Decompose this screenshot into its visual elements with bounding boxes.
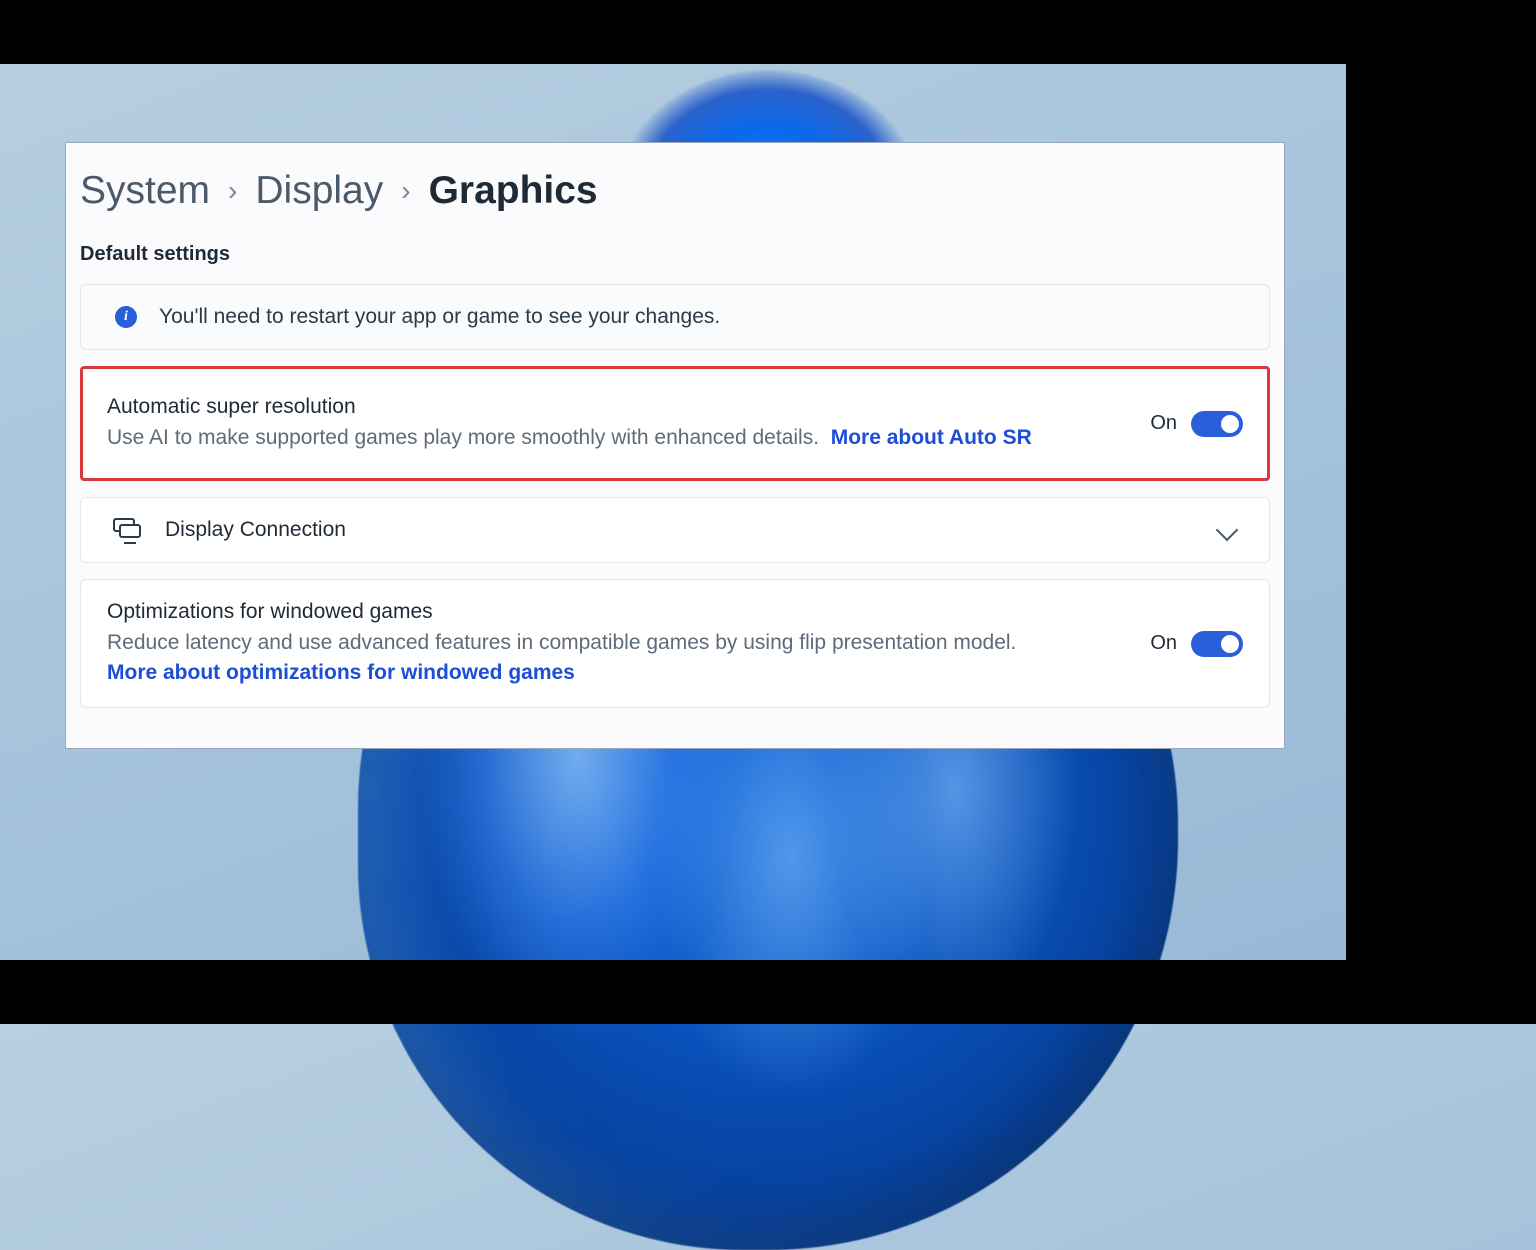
breadcrumb-system[interactable]: System bbox=[80, 169, 210, 213]
info-banner-text: You'll need to restart your app or game … bbox=[159, 305, 720, 329]
letterbox-right bbox=[1346, 0, 1536, 1024]
breadcrumb-current: Graphics bbox=[429, 169, 598, 213]
letterbox-top bbox=[0, 0, 1536, 64]
windowed-opts-toggle[interactable] bbox=[1191, 631, 1243, 657]
info-banner: i You'll need to restart your app or gam… bbox=[80, 284, 1270, 350]
auto-sr-toggle-label: On bbox=[1150, 412, 1177, 435]
auto-sr-title: Automatic super resolution bbox=[107, 395, 1128, 419]
info-icon: i bbox=[115, 306, 137, 328]
windowed-opts-description: Reduce latency and use advanced features… bbox=[107, 631, 1016, 654]
section-heading: Default settings bbox=[66, 235, 1284, 284]
windowed-opts-more-link[interactable]: More about optimizations for windowed ga… bbox=[107, 661, 575, 684]
windowed-opts-title: Optimizations for windowed games bbox=[107, 600, 1128, 624]
chevron-down-icon bbox=[1216, 519, 1239, 542]
settings-panel: System › Display › Graphics Default sett… bbox=[65, 142, 1285, 749]
breadcrumb-display[interactable]: Display bbox=[255, 169, 383, 213]
letterbox-bottom bbox=[0, 960, 1536, 1024]
chevron-right-icon: › bbox=[228, 175, 237, 207]
auto-sr-toggle[interactable] bbox=[1191, 411, 1243, 437]
display-connection-title: Display Connection bbox=[165, 518, 1197, 542]
monitor-icon bbox=[113, 518, 143, 542]
breadcrumb: System › Display › Graphics bbox=[66, 163, 1284, 235]
auto-sr-more-link[interactable]: More about Auto SR bbox=[831, 426, 1032, 449]
display-connection-row[interactable]: Display Connection bbox=[80, 497, 1270, 563]
chevron-right-icon: › bbox=[401, 175, 410, 207]
auto-super-resolution-row[interactable]: Automatic super resolution Use AI to mak… bbox=[80, 366, 1270, 481]
auto-sr-description: Use AI to make supported games play more… bbox=[107, 426, 819, 449]
windowed-optimizations-row[interactable]: Optimizations for windowed games Reduce … bbox=[80, 579, 1270, 708]
windowed-opts-toggle-label: On bbox=[1150, 632, 1177, 655]
